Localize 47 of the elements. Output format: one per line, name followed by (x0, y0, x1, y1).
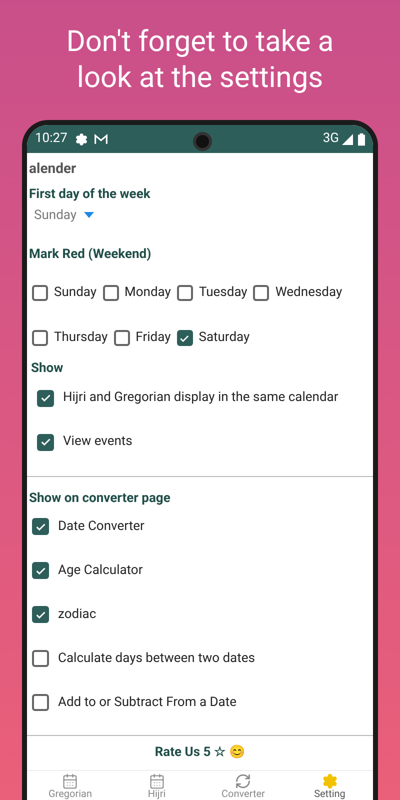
signal-icon (342, 134, 353, 144)
option-label: Hijri and Gregorian display in the same calendar (63, 389, 338, 408)
checkbox[interactable] (32, 562, 49, 579)
checkbox[interactable] (253, 285, 270, 301)
option-label: zodiac (58, 606, 96, 624)
checkbox[interactable] (32, 330, 48, 346)
rate-us-button[interactable]: Rate Us 5 ☆ 😊 (27, 736, 373, 770)
section-label: Mark Red (Weekend) (29, 246, 152, 264)
checkbox[interactable] (32, 518, 49, 535)
option-label: Calculate days between two dates (58, 650, 255, 668)
checkbox[interactable] (37, 390, 54, 406)
nav-tab[interactable]: Gregorian (27, 770, 114, 800)
day-dropdown[interactable]: Sunday (34, 206, 94, 225)
mail-icon (94, 134, 108, 144)
network-label: 3G (322, 130, 339, 148)
headline: Don't forget to take a look at the settings (65, 24, 335, 96)
day-label: Saturday (198, 329, 250, 348)
option-label: Add to or Subtract From a Date (58, 694, 237, 712)
section-label: First day of the week (29, 186, 152, 204)
checkbox[interactable] (102, 285, 119, 301)
day-label: Thursday (54, 329, 108, 348)
checkbox[interactable] (32, 694, 49, 711)
day-label: Wednesday (275, 284, 342, 302)
nav-tab[interactable]: Hijri (114, 770, 200, 800)
checkbox[interactable] (32, 285, 48, 301)
settings-icon (75, 132, 88, 146)
checkbox[interactable] (37, 434, 54, 450)
nav-tab[interactable]: Setting (286, 770, 373, 800)
day-label: Tuesday (198, 284, 248, 302)
checkbox[interactable] (176, 285, 193, 301)
checkbox[interactable] (32, 650, 49, 667)
section-label: Show on converter page (29, 490, 172, 508)
option-label: View events (63, 433, 132, 452)
day-label: Monday (124, 284, 171, 302)
section-label: Show (30, 360, 64, 378)
option-label: Date Converter (58, 518, 144, 536)
option-label: Age Calculator (58, 562, 143, 580)
section-title: alender (29, 160, 78, 179)
battery-icon (358, 132, 365, 146)
checkbox[interactable] (32, 606, 49, 623)
status-time: 10:27 (35, 130, 68, 148)
day-label: Friday (136, 329, 171, 348)
caret-icon (84, 212, 94, 218)
checkbox[interactable] (176, 330, 193, 346)
checkbox[interactable] (114, 330, 130, 346)
day-label: Sunday (54, 284, 97, 302)
nav-tab[interactable]: Converter (200, 770, 286, 800)
